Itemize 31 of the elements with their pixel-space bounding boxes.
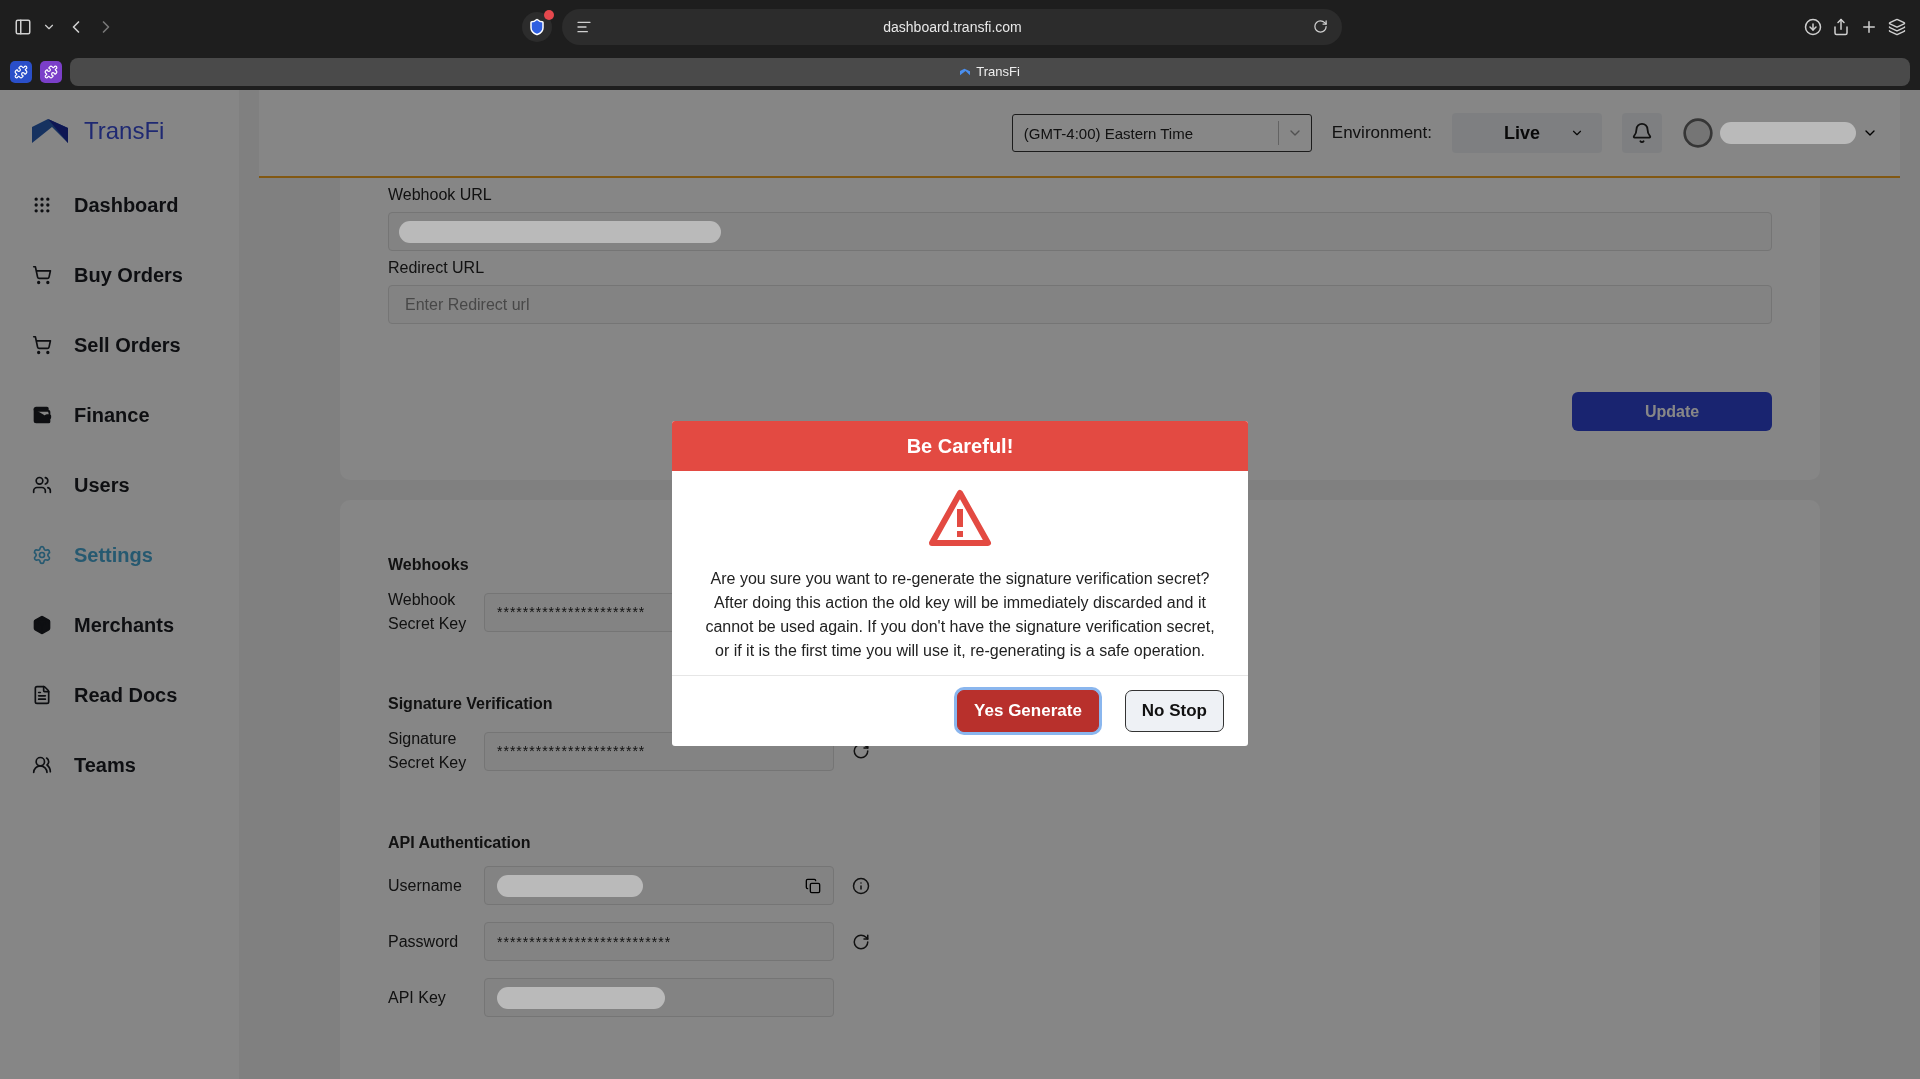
field-label: API Key — [388, 987, 447, 1008]
section-title: Signature Verification — [388, 695, 553, 713]
input-field[interactable]: Enter Redirect url — [388, 285, 1772, 324]
dialog-title: Be Careful! — [672, 421, 1248, 471]
sidebar-item[interactable]: Buy Orders — [32, 240, 239, 310]
update-button[interactable]: Update — [1572, 392, 1772, 431]
key-field[interactable]: *************************** — [484, 922, 834, 961]
sidebar-item[interactable]: Finance — [32, 380, 239, 450]
brand-name: TransFi — [84, 117, 165, 145]
url-text: dashboard.transfi.com — [883, 18, 1022, 35]
sidebar-item[interactable]: Teams — [32, 730, 239, 800]
environment-label: Environment: — [1331, 123, 1432, 143]
browser-tab[interactable]: TransFi — [70, 57, 1910, 86]
sidebar-item[interactable]: Dashboard — [32, 170, 239, 240]
cancel-button[interactable]: No Stop — [1124, 690, 1224, 732]
address-bar[interactable]: dashboard.transfi.com — [562, 8, 1342, 45]
field-label: Username — [388, 875, 463, 896]
sidebar-item[interactable]: Sell Orders — [32, 310, 239, 380]
environment-dropdown[interactable]: Live — [1452, 113, 1602, 153]
field-label: Webhook URL — [388, 186, 493, 204]
sidebar-item[interactable]: Users — [32, 450, 239, 520]
section-title: API Authentication — [388, 834, 531, 852]
field-label: Webhook Secret Key — [388, 590, 468, 634]
field-label: Signature Secret Key — [388, 729, 468, 773]
timezone-select[interactable]: (GMT-4:00) Eastern Time — [1011, 114, 1312, 152]
confirm-button[interactable]: Yes Generate — [957, 690, 1099, 732]
section-title: Webhooks — [388, 556, 469, 574]
field-label: Redirect URL — [388, 259, 486, 277]
field-label: Password — [388, 931, 460, 952]
sidebar-item[interactable]: Merchants — [32, 590, 239, 660]
sidebar-item[interactable]: Read Docs — [32, 660, 239, 730]
